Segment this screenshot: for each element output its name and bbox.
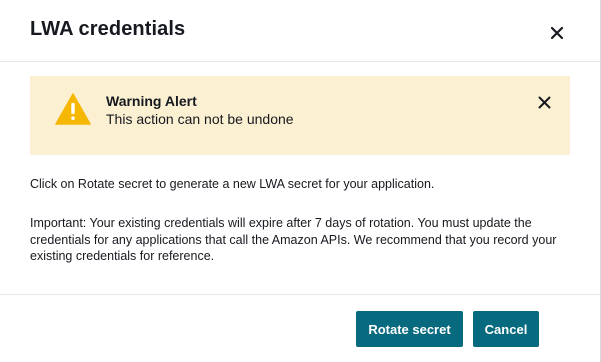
rotate-description: Click on Rotate secret to generate a new… xyxy=(30,177,435,191)
alert-title: Warning Alert xyxy=(106,93,197,109)
alert-message: This action can not be undone xyxy=(106,111,294,127)
close-icon[interactable] xyxy=(534,92,554,112)
lwa-credentials-modal: LWA credentials Warning Alert This actio… xyxy=(0,0,601,362)
close-icon[interactable] xyxy=(546,22,568,44)
warning-triangle-icon xyxy=(55,93,91,125)
warning-alert: Warning Alert This action can not be und… xyxy=(30,76,570,155)
important-notice: Important: Your existing credentials wil… xyxy=(30,216,557,263)
rotate-secret-button[interactable]: Rotate secret xyxy=(356,311,463,347)
modal-footer: Rotate secret Cancel xyxy=(0,294,601,362)
cancel-button[interactable]: Cancel xyxy=(473,311,539,347)
modal-title: LWA credentials xyxy=(30,18,186,40)
modal-header: LWA credentials xyxy=(0,0,601,62)
